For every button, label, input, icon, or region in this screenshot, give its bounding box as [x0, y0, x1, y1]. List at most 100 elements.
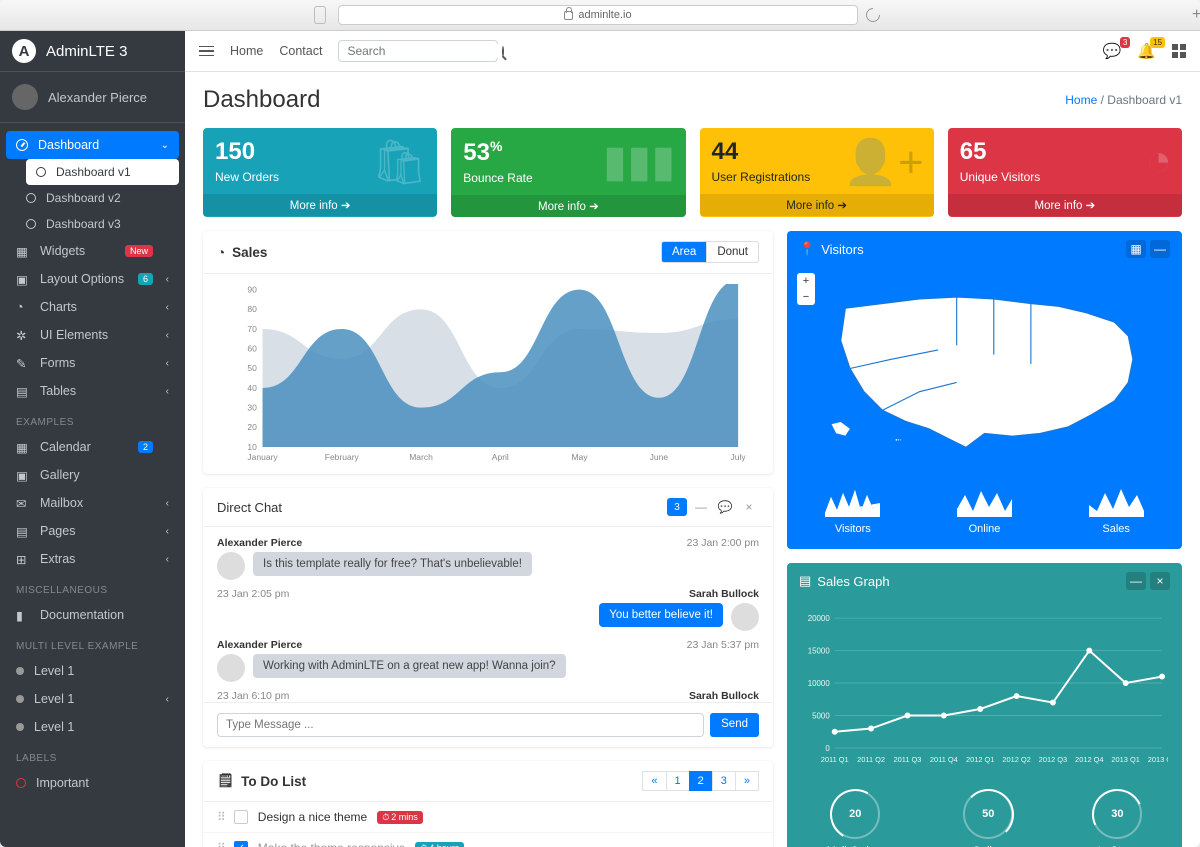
chat-name: Alexander Pierce [217, 639, 302, 651]
content-header: Dashboard Home / Dashboard v1 [185, 72, 1200, 128]
page-3[interactable]: 3 [712, 771, 736, 791]
more-info-link[interactable]: More info ➔ [203, 194, 437, 216]
th-icon: ▦ [16, 244, 30, 258]
sidebar-item-level1[interactable]: Level 1 [6, 713, 179, 741]
page-next[interactable]: » [735, 771, 759, 791]
page-1[interactable]: 1 [666, 771, 690, 791]
sidebar-item-forms[interactable]: ✎Forms‹ [6, 349, 179, 377]
person-add-icon: 👤+ [843, 136, 923, 188]
svg-text:2013 Q2: 2013 Q2 [1148, 755, 1168, 764]
knob-mail: 20Mail-Orders [827, 789, 884, 847]
sidebar-item-level1[interactable]: Level 1 [6, 657, 179, 685]
page-title: Dashboard [203, 86, 320, 114]
sidebar-item-widgets[interactable]: ▦WidgetsNew [6, 237, 179, 265]
svg-text:60: 60 [247, 344, 257, 354]
sidebar-item-docs[interactable]: ▮Documentation [6, 601, 179, 629]
reload-icon[interactable] [863, 5, 883, 25]
search-field[interactable] [347, 44, 502, 58]
drag-handle-icon[interactable]: ⠿ [217, 810, 224, 824]
svg-text:2012 Q1: 2012 Q1 [966, 755, 994, 764]
svg-text:40: 40 [247, 383, 257, 393]
svg-text:30: 30 [247, 402, 257, 412]
chat-name: Sarah Bullock [689, 588, 759, 600]
page-2[interactable]: 2 [689, 771, 713, 791]
page-prev[interactable]: « [642, 771, 666, 791]
chevron-left-icon: ‹ [166, 498, 169, 509]
tab-area[interactable]: Area [661, 241, 707, 263]
sidebar-item-calendar[interactable]: ▦Calendar2 [6, 433, 179, 461]
more-info-link[interactable]: More info ➔ [451, 195, 685, 217]
close-icon[interactable]: × [739, 498, 759, 516]
circle-icon [36, 167, 46, 177]
user-panel[interactable]: Alexander Pierce [0, 72, 185, 123]
tab-donut[interactable]: Donut [707, 241, 759, 263]
add-tab-icon[interactable]: + [1192, 6, 1200, 24]
sidebar-item-level1[interactable]: Level 1‹ [6, 685, 179, 713]
svg-text:2011 Q3: 2011 Q3 [893, 755, 921, 764]
minus-icon[interactable]: — [691, 498, 711, 516]
comments-icon[interactable]: 💬 [715, 498, 735, 516]
minus-icon[interactable]: — [1150, 240, 1170, 258]
sidebar-item-layout[interactable]: ▣Layout Options6‹ [6, 265, 179, 293]
calendar-icon[interactable]: ▦ [1126, 240, 1146, 258]
apps-icon[interactable] [1172, 44, 1186, 58]
chevron-left-icon: ‹ [166, 554, 169, 565]
sidebar-item-dashboard-v1[interactable]: Dashboard v1 [26, 159, 179, 185]
reader-icon[interactable] [314, 6, 326, 24]
more-info-link[interactable]: More info ➔ [700, 194, 934, 216]
checkbox[interactable] [234, 810, 248, 824]
sidebar-item-gallery[interactable]: ▣Gallery [6, 461, 179, 489]
chat-message: Working with AdminLTE on a great new app… [253, 654, 566, 678]
stat-visitors: 65Unique Visitors ◔ More info ➔ [948, 128, 1182, 217]
svg-text:2011 Q1: 2011 Q1 [821, 755, 849, 764]
browser-toolbar: adminlte.io + [0, 0, 1200, 31]
nav-contact-link[interactable]: Contact [279, 44, 322, 58]
svg-text:20: 20 [247, 422, 257, 432]
chevron-left-icon: ‹ [166, 330, 169, 341]
sidebar-item-important[interactable]: Important [6, 769, 179, 797]
notifications-icon[interactable]: 🔔15 [1137, 42, 1156, 60]
stat-new-orders: 150New Orders 🛍 More info ➔ [203, 128, 437, 217]
chat-name: Sarah Bullock [689, 690, 759, 702]
sidebar-item-dashboard[interactable]: Dashboard ⌄ [6, 131, 179, 159]
svg-text:90: 90 [247, 285, 257, 295]
address-bar[interactable]: adminlte.io [338, 5, 858, 25]
search-icon[interactable] [502, 46, 504, 57]
messages-icon[interactable]: 💬3 [1103, 42, 1122, 60]
sidebar-item-tables[interactable]: ▤Tables‹ [6, 377, 179, 405]
chat-input[interactable] [217, 713, 704, 737]
badge: 3 [1120, 37, 1130, 48]
chat-time: 23 Jan 2:05 pm [217, 588, 289, 600]
search-input[interactable] [338, 40, 498, 62]
nav-home-link[interactable]: Home [230, 44, 263, 58]
sidebar-item-mailbox[interactable]: ✉Mailbox‹ [6, 489, 179, 517]
sidebar-item-pages[interactable]: ▤Pages‹ [6, 517, 179, 545]
send-button[interactable]: Send [710, 713, 759, 737]
chat-badge: 3 [667, 498, 687, 516]
close-icon[interactable]: × [1150, 572, 1170, 590]
map-zoom-controls[interactable]: +− [797, 273, 815, 305]
lock-icon [564, 11, 573, 20]
checkbox-checked[interactable]: ✓ [234, 841, 248, 847]
svg-text:2012 Q2: 2012 Q2 [1002, 755, 1030, 764]
sidebar-label: Dashboard v2 [46, 191, 121, 205]
us-map[interactable] [799, 271, 1170, 466]
sidebar-label: Mailbox [40, 496, 83, 510]
more-info-link[interactable]: More info ➔ [948, 194, 1182, 216]
drag-handle-icon[interactable]: ⠿ [217, 841, 224, 847]
nav-header: MISCELLANEOUS [6, 573, 179, 601]
salesgraph-card: ▤ Sales Graph — × 0500010000150002000020… [787, 563, 1182, 847]
pie-icon: ◔ [1145, 136, 1172, 186]
menu-toggle-icon[interactable] [199, 46, 214, 57]
sidebar-item-dashboard-v3[interactable]: Dashboard v3 [16, 211, 179, 237]
brand[interactable]: A AdminLTE 3 [0, 31, 185, 72]
sidebar-item-charts[interactable]: ◔Charts‹ [6, 293, 179, 321]
breadcrumb-home[interactable]: Home [1065, 93, 1097, 107]
avatar [217, 654, 245, 682]
chat-time: 23 Jan 6:10 pm [217, 690, 289, 702]
sidebar-item-ui[interactable]: ✲UI Elements‹ [6, 321, 179, 349]
sidebar-item-extras[interactable]: ⊞Extras‹ [6, 545, 179, 573]
minus-icon[interactable]: — [1126, 572, 1146, 590]
sidebar-item-dashboard-v2[interactable]: Dashboard v2 [16, 185, 179, 211]
pie-icon: ◔ [16, 300, 30, 314]
